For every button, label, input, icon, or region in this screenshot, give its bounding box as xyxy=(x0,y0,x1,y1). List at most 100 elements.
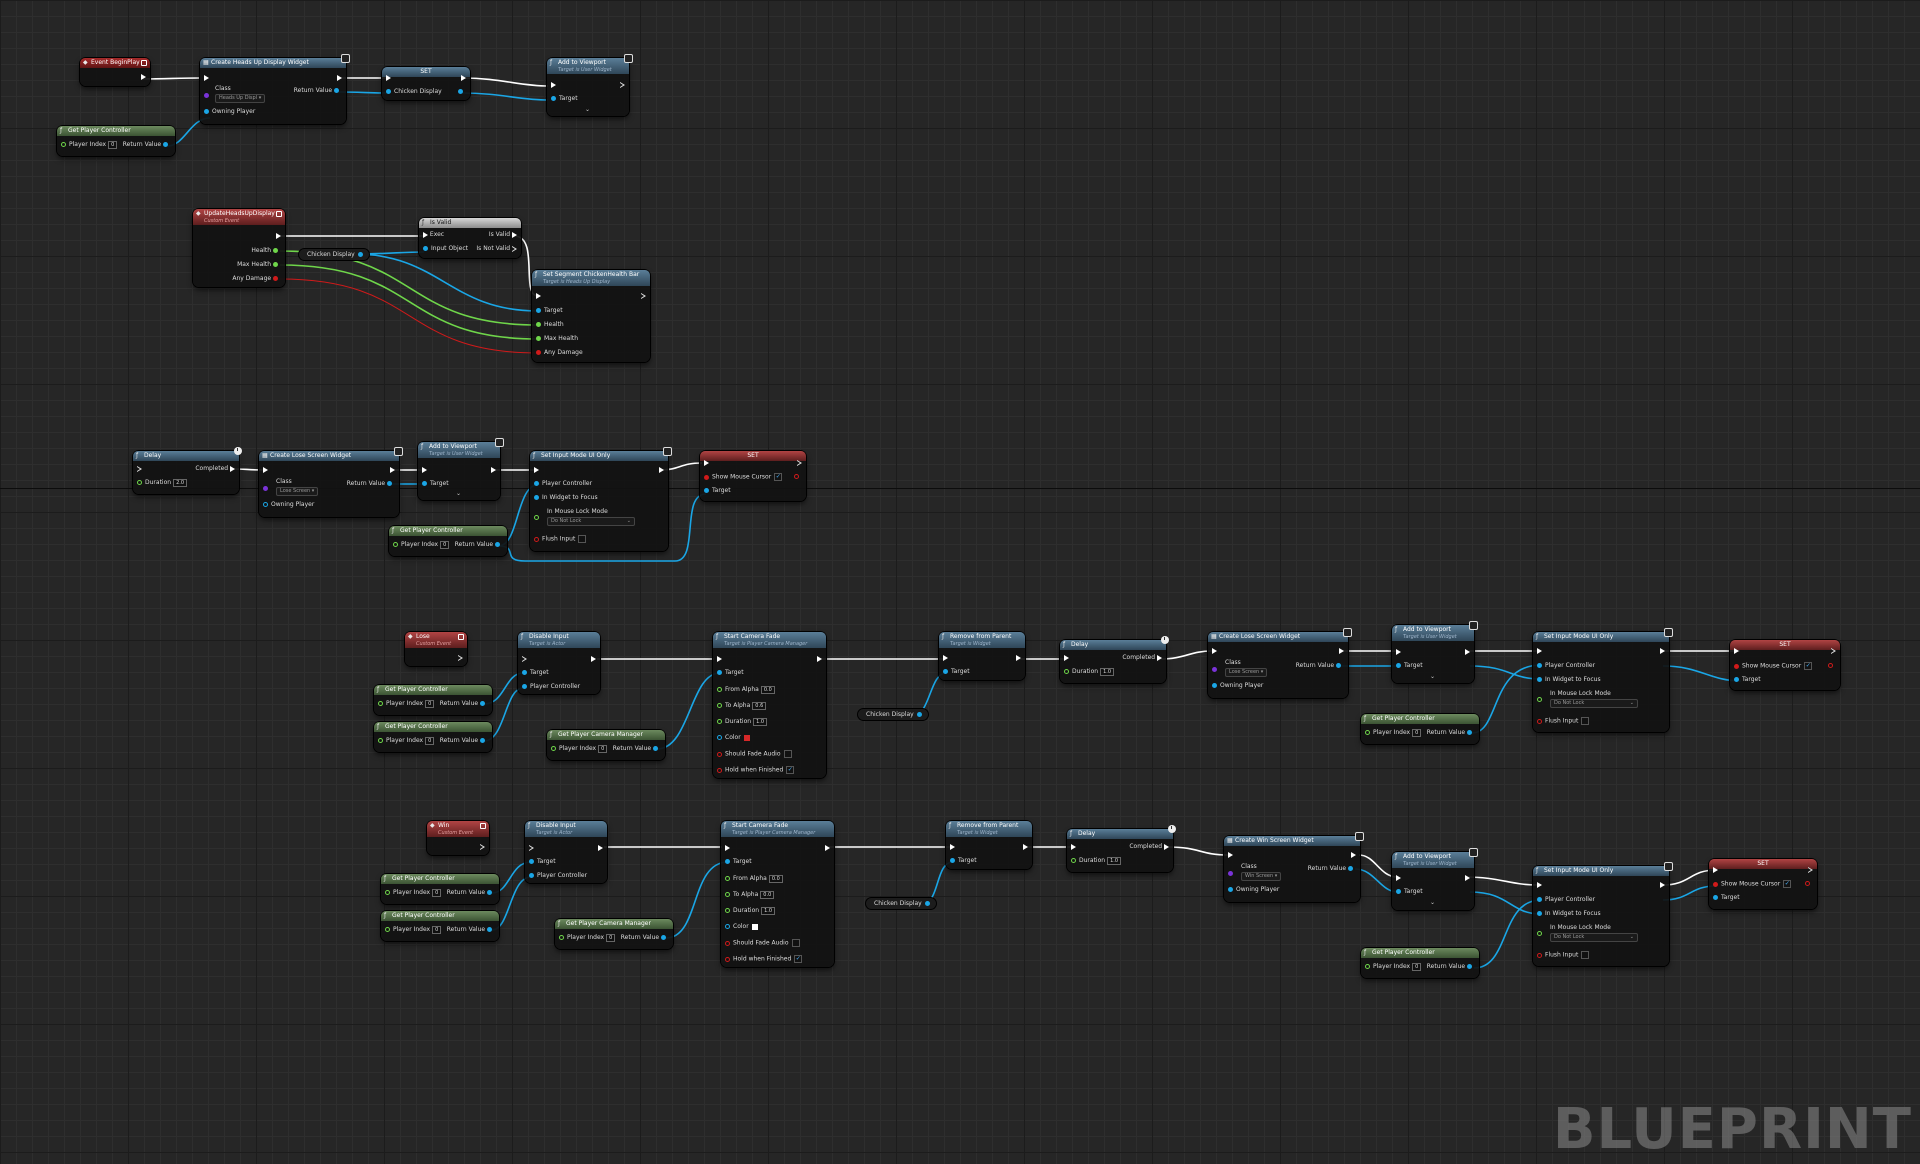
exec-out-pin[interactable] xyxy=(641,292,646,300)
exec-out-pin[interactable] xyxy=(825,844,830,852)
disable-input-node[interactable]: ƒ Disable Input Target is Actor Target Pla… xyxy=(518,632,600,694)
exec-in-pin[interactable] xyxy=(536,292,541,300)
create-lose-screen-widget-node[interactable]: ▦ Create Lose Screen Widget Class Lose Sc… xyxy=(1208,628,1352,698)
exec-in-pin[interactable] xyxy=(1713,866,1718,874)
remove-from-parent-node[interactable]: ƒ Remove from Parent Target is Widget Targ… xyxy=(946,821,1032,869)
win-event-node[interactable]: ◆ Win Custom Event xyxy=(427,821,489,855)
player-index-pin[interactable]: Player Index 0 xyxy=(61,141,118,149)
add-to-viewport-node[interactable]: ƒ Add to Viewport Target is User Widget Ta… xyxy=(1392,621,1478,683)
flush-input-pin[interactable]: Flush Input xyxy=(1537,717,1590,726)
exec-in-pin[interactable] xyxy=(1537,881,1542,889)
fade-audio-checkbox[interactable] xyxy=(783,750,792,758)
update-hud-event-node[interactable]: ◆ UpdateHeadsUpDisplay Custom Event Health… xyxy=(193,209,285,287)
is-valid-pin[interactable]: Is Valid xyxy=(489,231,517,239)
blueprint-grid-background[interactable] xyxy=(0,0,1920,1164)
hold-checkbox[interactable]: ✓ xyxy=(786,766,795,774)
mouse-lock-pin[interactable] xyxy=(534,514,542,522)
to-alpha-pin[interactable]: To Alpha 0.6 xyxy=(717,702,767,710)
duration-field[interactable]: 1.0 xyxy=(761,907,776,915)
player-index-field[interactable]: 0 xyxy=(425,737,435,745)
hold-checkbox[interactable]: ✓ xyxy=(794,955,803,963)
class-dropdown[interactable]: Lose Screen ▾ xyxy=(276,487,319,496)
chicken-display-pin[interactable]: Chicken Display xyxy=(386,88,442,96)
exec-in-pin[interactable] xyxy=(422,466,427,474)
event-beginplay-node[interactable]: ◆ Event BeginPlay xyxy=(80,58,150,86)
class-dropdown[interactable]: Win Screen ▾ xyxy=(1241,872,1282,881)
set-input-mode-ui-only-node[interactable]: ƒ Set Input Mode UI Only Player Controlle… xyxy=(1533,628,1673,732)
return-value-pin[interactable]: Return Value xyxy=(294,87,342,95)
exec-in-pin[interactable] xyxy=(1212,647,1217,655)
remove-from-parent-node[interactable]: ƒ Remove from Parent Target is Widget Targ… xyxy=(939,632,1025,680)
exec-in-pin[interactable] xyxy=(725,844,730,852)
health-pin[interactable]: Health xyxy=(536,321,564,329)
exec-out-pin[interactable] xyxy=(1808,866,1813,874)
add-to-viewport-node[interactable]: ƒ Add to Viewport Target is User Widget Ta… xyxy=(418,438,504,500)
chevron-down-icon[interactable]: ⌄ xyxy=(1430,673,1435,680)
hold-pin[interactable]: Hold when Finished ✓ xyxy=(725,955,803,964)
player-index-field[interactable]: 0 xyxy=(598,745,608,753)
any-damage-pin[interactable]: Any Damage xyxy=(232,275,281,283)
exec-out-pin[interactable] xyxy=(461,74,466,82)
exec-in-pin[interactable] xyxy=(1064,654,1069,662)
owning-player-pin[interactable]: Owning Player xyxy=(1228,886,1279,894)
output-pin[interactable] xyxy=(794,473,802,481)
add-to-viewport-node[interactable]: ƒ Add to Viewport Target is User Widget Ta… xyxy=(547,54,633,116)
exec-in-pin[interactable] xyxy=(943,654,948,662)
target-pin[interactable]: Target xyxy=(536,307,563,315)
return-value-pin[interactable]: Return Value xyxy=(1427,729,1475,737)
show-cursor-checkbox[interactable]: ✓ xyxy=(1783,880,1792,888)
player-index-pin[interactable]: Player Index 0 xyxy=(551,745,608,753)
to-alpha-field[interactable]: 0.0 xyxy=(760,891,775,899)
fade-audio-checkbox[interactable] xyxy=(791,939,800,947)
create-lose-screen-widget-node[interactable]: ▦ Create Lose Screen Widget Class Lose Sc… xyxy=(259,447,403,517)
delay-node[interactable]: ƒ Delay Completed Duration 1.0 xyxy=(1060,636,1169,683)
exec-out-pin[interactable] xyxy=(458,654,463,662)
player-controller-pin[interactable]: Player Controller xyxy=(1537,896,1595,904)
color-pin[interactable]: Color xyxy=(717,734,750,742)
fade-audio-pin[interactable]: Should Fade Audio xyxy=(725,939,800,948)
exec-out-pin[interactable] xyxy=(276,232,281,240)
show-cursor-checkbox[interactable]: ✓ xyxy=(774,473,783,481)
show-mouse-cursor-pin[interactable]: Show Mouse Cursor ✓ xyxy=(704,473,783,482)
duration-pin[interactable]: Duration 1.0 xyxy=(1064,668,1115,676)
completed-pin[interactable]: Completed xyxy=(195,465,235,473)
health-pin[interactable]: Health xyxy=(251,247,281,255)
exec-in-pin[interactable] xyxy=(950,843,955,851)
exec-in-pin[interactable] xyxy=(263,466,268,474)
target-pin[interactable]: Target xyxy=(1734,676,1761,684)
exec-out-pin[interactable] xyxy=(1465,874,1470,882)
player-index-pin[interactable]: Player Index 0 xyxy=(378,700,435,708)
return-value-pin[interactable]: Return Value xyxy=(447,926,495,934)
exec-out-pin[interactable] xyxy=(480,843,485,851)
set-input-mode-ui-only-node[interactable]: ƒ Set Input Mode UI Only Player Controlle… xyxy=(530,447,672,551)
duration-pin[interactable]: Duration 2.0 xyxy=(137,479,188,487)
player-index-field[interactable]: 0 xyxy=(1412,963,1422,971)
output-pin[interactable] xyxy=(458,88,466,96)
target-pin[interactable]: Target xyxy=(1713,894,1740,902)
exec-out-pin[interactable] xyxy=(817,655,822,663)
duration-field[interactable]: 2.0 xyxy=(173,479,188,487)
exec-out-pin[interactable] xyxy=(1023,843,1028,851)
player-controller-pin[interactable]: Player Controller xyxy=(1537,662,1595,670)
return-value-pin[interactable]: Return Value xyxy=(1296,662,1344,670)
is-not-valid-pin[interactable]: Is Not Valid xyxy=(476,245,517,253)
mouse-lock-pin[interactable] xyxy=(1537,696,1545,704)
player-index-field[interactable]: 0 xyxy=(432,889,442,897)
from-alpha-field[interactable]: 0.0 xyxy=(768,875,783,883)
set-segment-health-bar-node[interactable]: ƒ Set Segment ChickenHealth Bar Target is … xyxy=(532,270,650,362)
get-player-controller-node[interactable]: ƒ Get Player Controller Player Index 0 Ret… xyxy=(1361,714,1479,744)
exec-out-pin[interactable] xyxy=(390,466,395,474)
widget-focus-pin[interactable]: In Widget to Focus xyxy=(1537,676,1601,684)
exec-in-pin[interactable] xyxy=(551,81,556,89)
player-index-pin[interactable]: Player Index 0 xyxy=(1365,963,1422,971)
return-value-pin[interactable]: Return Value xyxy=(347,480,395,488)
target-pin[interactable]: Target xyxy=(529,858,556,866)
exec-in-pin[interactable] xyxy=(1396,648,1401,656)
get-player-controller-node[interactable]: ƒ Get Player Controller Player Index 0 Ret… xyxy=(374,685,492,715)
exec-in-pin[interactable] xyxy=(534,466,539,474)
exec-in-pin[interactable] xyxy=(704,459,709,467)
exec-in-pin[interactable] xyxy=(1228,851,1233,859)
fade-audio-pin[interactable]: Should Fade Audio xyxy=(717,750,792,759)
output-pin[interactable] xyxy=(1828,662,1836,670)
get-player-controller-node[interactable]: ƒ Get Player Controller Player Index 0 Ret… xyxy=(1361,948,1479,978)
